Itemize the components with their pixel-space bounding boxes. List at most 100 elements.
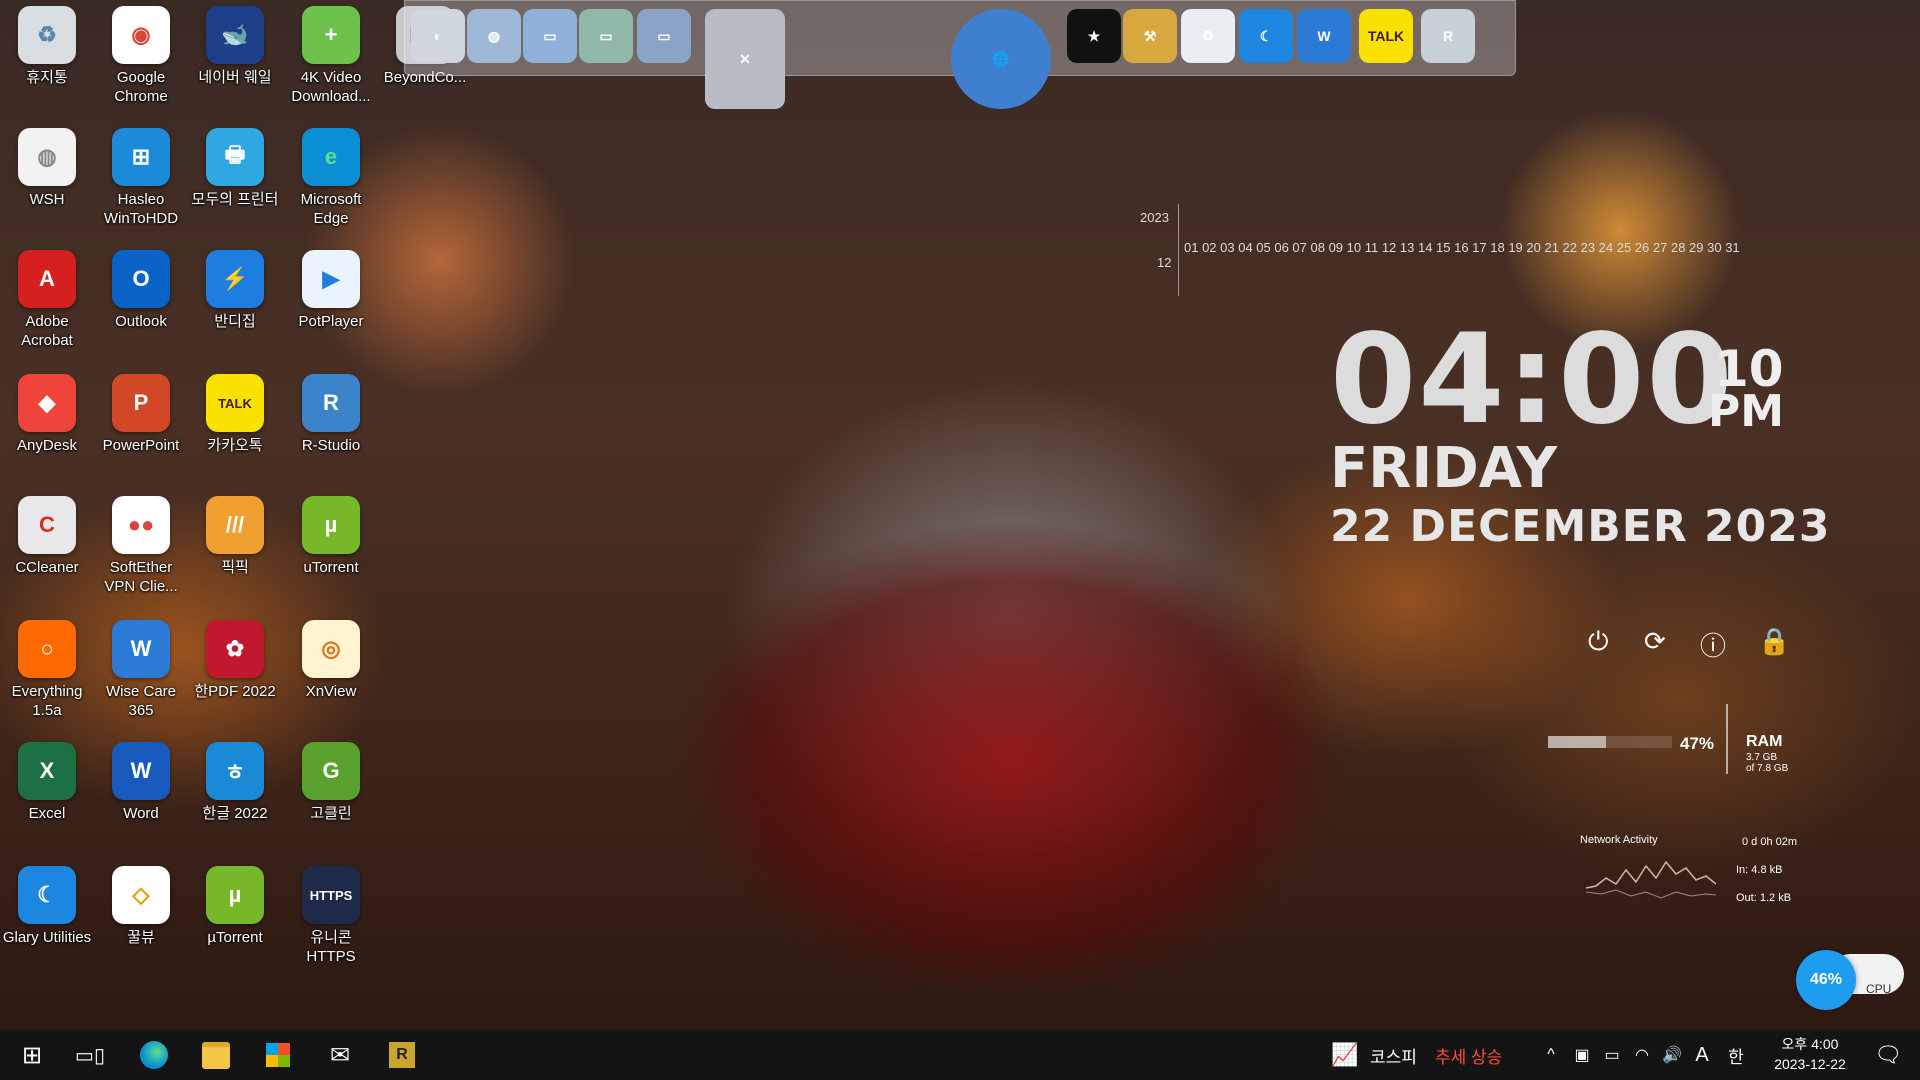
- recycle-bin-icon: ♻: [18, 6, 76, 64]
- desktop-icon[interactable]: µ uTorrent: [284, 496, 378, 577]
- calendar-year: 2023: [1140, 210, 1169, 225]
- kakaotalk-icon[interactable]: TALK: [1359, 9, 1413, 63]
- desktop-icon[interactable]: O Outlook: [94, 250, 188, 331]
- desktop-icon[interactable]: 🐋 네이버 웨일: [188, 6, 282, 87]
- desktop-icon[interactable]: ✿ 한PDF 2022: [188, 620, 282, 701]
- desktop-icon[interactable]: G 고클린: [284, 742, 378, 823]
- cpu-gauge: 46%: [1796, 950, 1856, 1010]
- volume-icon[interactable]: 🔊: [1660, 1030, 1684, 1080]
- recycle-bin-icon[interactable]: ♻: [1181, 9, 1235, 63]
- globe-icon[interactable]: 🌐: [951, 9, 1051, 109]
- ime-mode-hangul[interactable]: 한: [1724, 1030, 1748, 1080]
- desktop-icon[interactable]: ◇ 꿀뷰: [94, 866, 188, 947]
- desktop-icon[interactable]: R R-Studio: [284, 374, 378, 455]
- desktop-icon[interactable]: ◎ XnView: [284, 620, 378, 701]
- clock-ampm: PM: [1708, 386, 1785, 437]
- kakaotalk-icon: TALK: [206, 374, 264, 432]
- task-view-icon[interactable]: ▭▯: [72, 1030, 108, 1080]
- desktop-icon[interactable]: ◍ WSH: [0, 128, 94, 209]
- notification-icon[interactable]: 🗨: [1868, 1030, 1908, 1080]
- ram-bar-fill: [1548, 736, 1607, 748]
- desktop-icon[interactable]: A Adobe Acrobat: [0, 250, 94, 350]
- utorrent-icon: µ: [206, 866, 264, 924]
- start-button[interactable]: ⊞: [12, 1030, 52, 1080]
- desktop-icon[interactable]: ◆ AnyDesk: [0, 374, 94, 455]
- desktop-icon[interactable]: ◉ Google Chrome: [94, 6, 188, 106]
- taskbar-store-icon[interactable]: [258, 1030, 298, 1080]
- desktop-icon-label: Google Chrome: [114, 69, 168, 105]
- show-hidden-icons-icon[interactable]: ^: [1540, 1030, 1562, 1080]
- folder-docs-icon[interactable]: ▭: [637, 9, 691, 63]
- desktop-icon-label: Word: [123, 805, 159, 822]
- desktop-icon[interactable]: ●● SoftEther VPN Clie...: [94, 496, 188, 596]
- desktop-icon[interactable]: ○ Everything 1.5a: [0, 620, 94, 720]
- restart-icon[interactable]: ⟳: [1644, 626, 1666, 657]
- ticker-trend[interactable]: 추세 상승: [1435, 1030, 1502, 1080]
- desktop-icon[interactable]: /// 픽픽: [188, 496, 282, 577]
- desktop-icon-label: AnyDesk: [16, 437, 78, 454]
- desktop-icon-label: Glary Utilities: [2, 929, 92, 946]
- desktop-icon[interactable]: µ µTorrent: [188, 866, 282, 947]
- desktop-icon[interactable]: ☾ Glary Utilities: [0, 866, 94, 947]
- desktop-icon-label: 4K Video Download...: [291, 69, 371, 105]
- network-globe-icon[interactable]: ◍: [467, 9, 521, 63]
- desktop-icon[interactable]: W Wise Care 365: [94, 620, 188, 720]
- desktop-icon-label: Wise Care 365: [105, 683, 176, 719]
- utorrent-icon: µ: [302, 496, 360, 554]
- desktop-icon[interactable]: W Word: [94, 742, 188, 823]
- desktop-icon-label: 한글 2022: [202, 805, 268, 822]
- desktop-icon-label: 꿀뷰: [127, 929, 155, 946]
- ime-mode-a[interactable]: A: [1692, 1030, 1712, 1080]
- clock-date: 22 DECEMBER 2023: [1330, 501, 1831, 552]
- desktop-icon-label: uTorrent: [303, 559, 359, 576]
- desktop-icon[interactable]: ⚡ 반디집: [188, 250, 282, 331]
- taskbar-explorer-icon[interactable]: [196, 1030, 236, 1080]
- desktop-icon[interactable]: e Microsoft Edge: [284, 128, 378, 228]
- desktop-icon[interactable]: HTTPS 유니콘 HTTPS: [284, 866, 378, 966]
- desktop-icon[interactable]: 🖶 모두의 프린터: [188, 128, 282, 209]
- taskbar-edge-icon[interactable]: [134, 1030, 174, 1080]
- ticker-name[interactable]: 코스피: [1370, 1030, 1417, 1080]
- wise-shield-icon[interactable]: W: [1297, 9, 1351, 63]
- taskbar-clock[interactable]: 오후 4:00 2023-12-22: [1760, 1034, 1860, 1074]
- ram-bar: [1548, 736, 1672, 748]
- hammer-icon[interactable]: ⚒: [1123, 9, 1177, 63]
- glary-moon-icon[interactable]: ☾: [1239, 9, 1293, 63]
- cpu-label: CPU: [1866, 982, 1892, 996]
- desktop-icon[interactable]: TALK 카카오톡: [188, 374, 282, 455]
- xnview-icon: ◎: [302, 620, 360, 678]
- taskbar-mail-icon[interactable]: ✉: [320, 1030, 360, 1080]
- r-studio-icon[interactable]: R: [1421, 9, 1475, 63]
- disk-icon[interactable]: ◐: [411, 9, 465, 63]
- bandizip-icon: ⚡: [206, 250, 264, 308]
- taskbar-clock-date: 2023-12-22: [1774, 1056, 1846, 1072]
- shutdown-icon[interactable]: ⓘ: [1700, 626, 1726, 663]
- taskbar-clock-time: 오후 4:00: [1781, 1036, 1839, 1052]
- battery-icon[interactable]: ▭: [1600, 1030, 1624, 1080]
- desktop-icon-label: 모두의 프린터: [191, 191, 279, 208]
- desktop-icon[interactable]: X Excel: [0, 742, 94, 823]
- taskbar: ⊞ ▭▯ ✉ R 📈 코스피 추세 상승 ^ ▣ ▭ ◠ 🔊 A 한 오후 4:…: [0, 1030, 1920, 1080]
- power-icon[interactable]: ⏻: [1588, 626, 1609, 658]
- lock-icon[interactable]: 🔒: [1758, 626, 1790, 657]
- wifi-icon[interactable]: ◠: [1630, 1030, 1654, 1080]
- 4k-video-downloader-icon: +: [302, 6, 360, 64]
- stock-chart-icon[interactable]: 📈: [1328, 1030, 1362, 1080]
- taskbar-r-icon[interactable]: R: [382, 1030, 422, 1080]
- desktop-icon[interactable]: P PowerPoint: [94, 374, 188, 455]
- folder-open-icon[interactable]: ▭: [579, 9, 633, 63]
- tshirt-icon[interactable]: ★: [1067, 9, 1121, 63]
- meet-icon[interactable]: ▣: [1570, 1030, 1594, 1080]
- desktop-icon[interactable]: ▶ PotPlayer: [284, 250, 378, 331]
- desktop-icon[interactable]: ♻ 휴지통: [0, 6, 94, 87]
- network-in: In: 4.8 kB: [1736, 864, 1783, 876]
- desktop-icon[interactable]: +4K Video Download...: [284, 6, 378, 106]
- ram-used: 3.7 GB: [1746, 752, 1778, 763]
- folder-icon[interactable]: ▭: [523, 9, 577, 63]
- network-graph: [1586, 860, 1716, 899]
- hangul-icon: ㅎ: [206, 742, 264, 800]
- tools-icon[interactable]: ✕: [705, 9, 785, 109]
- desktop-icon[interactable]: ㅎ 한글 2022: [188, 742, 282, 823]
- desktop-icon[interactable]: ⊞ Hasleo WinToHDD: [94, 128, 188, 228]
- desktop-icon[interactable]: C CCleaner: [0, 496, 94, 577]
